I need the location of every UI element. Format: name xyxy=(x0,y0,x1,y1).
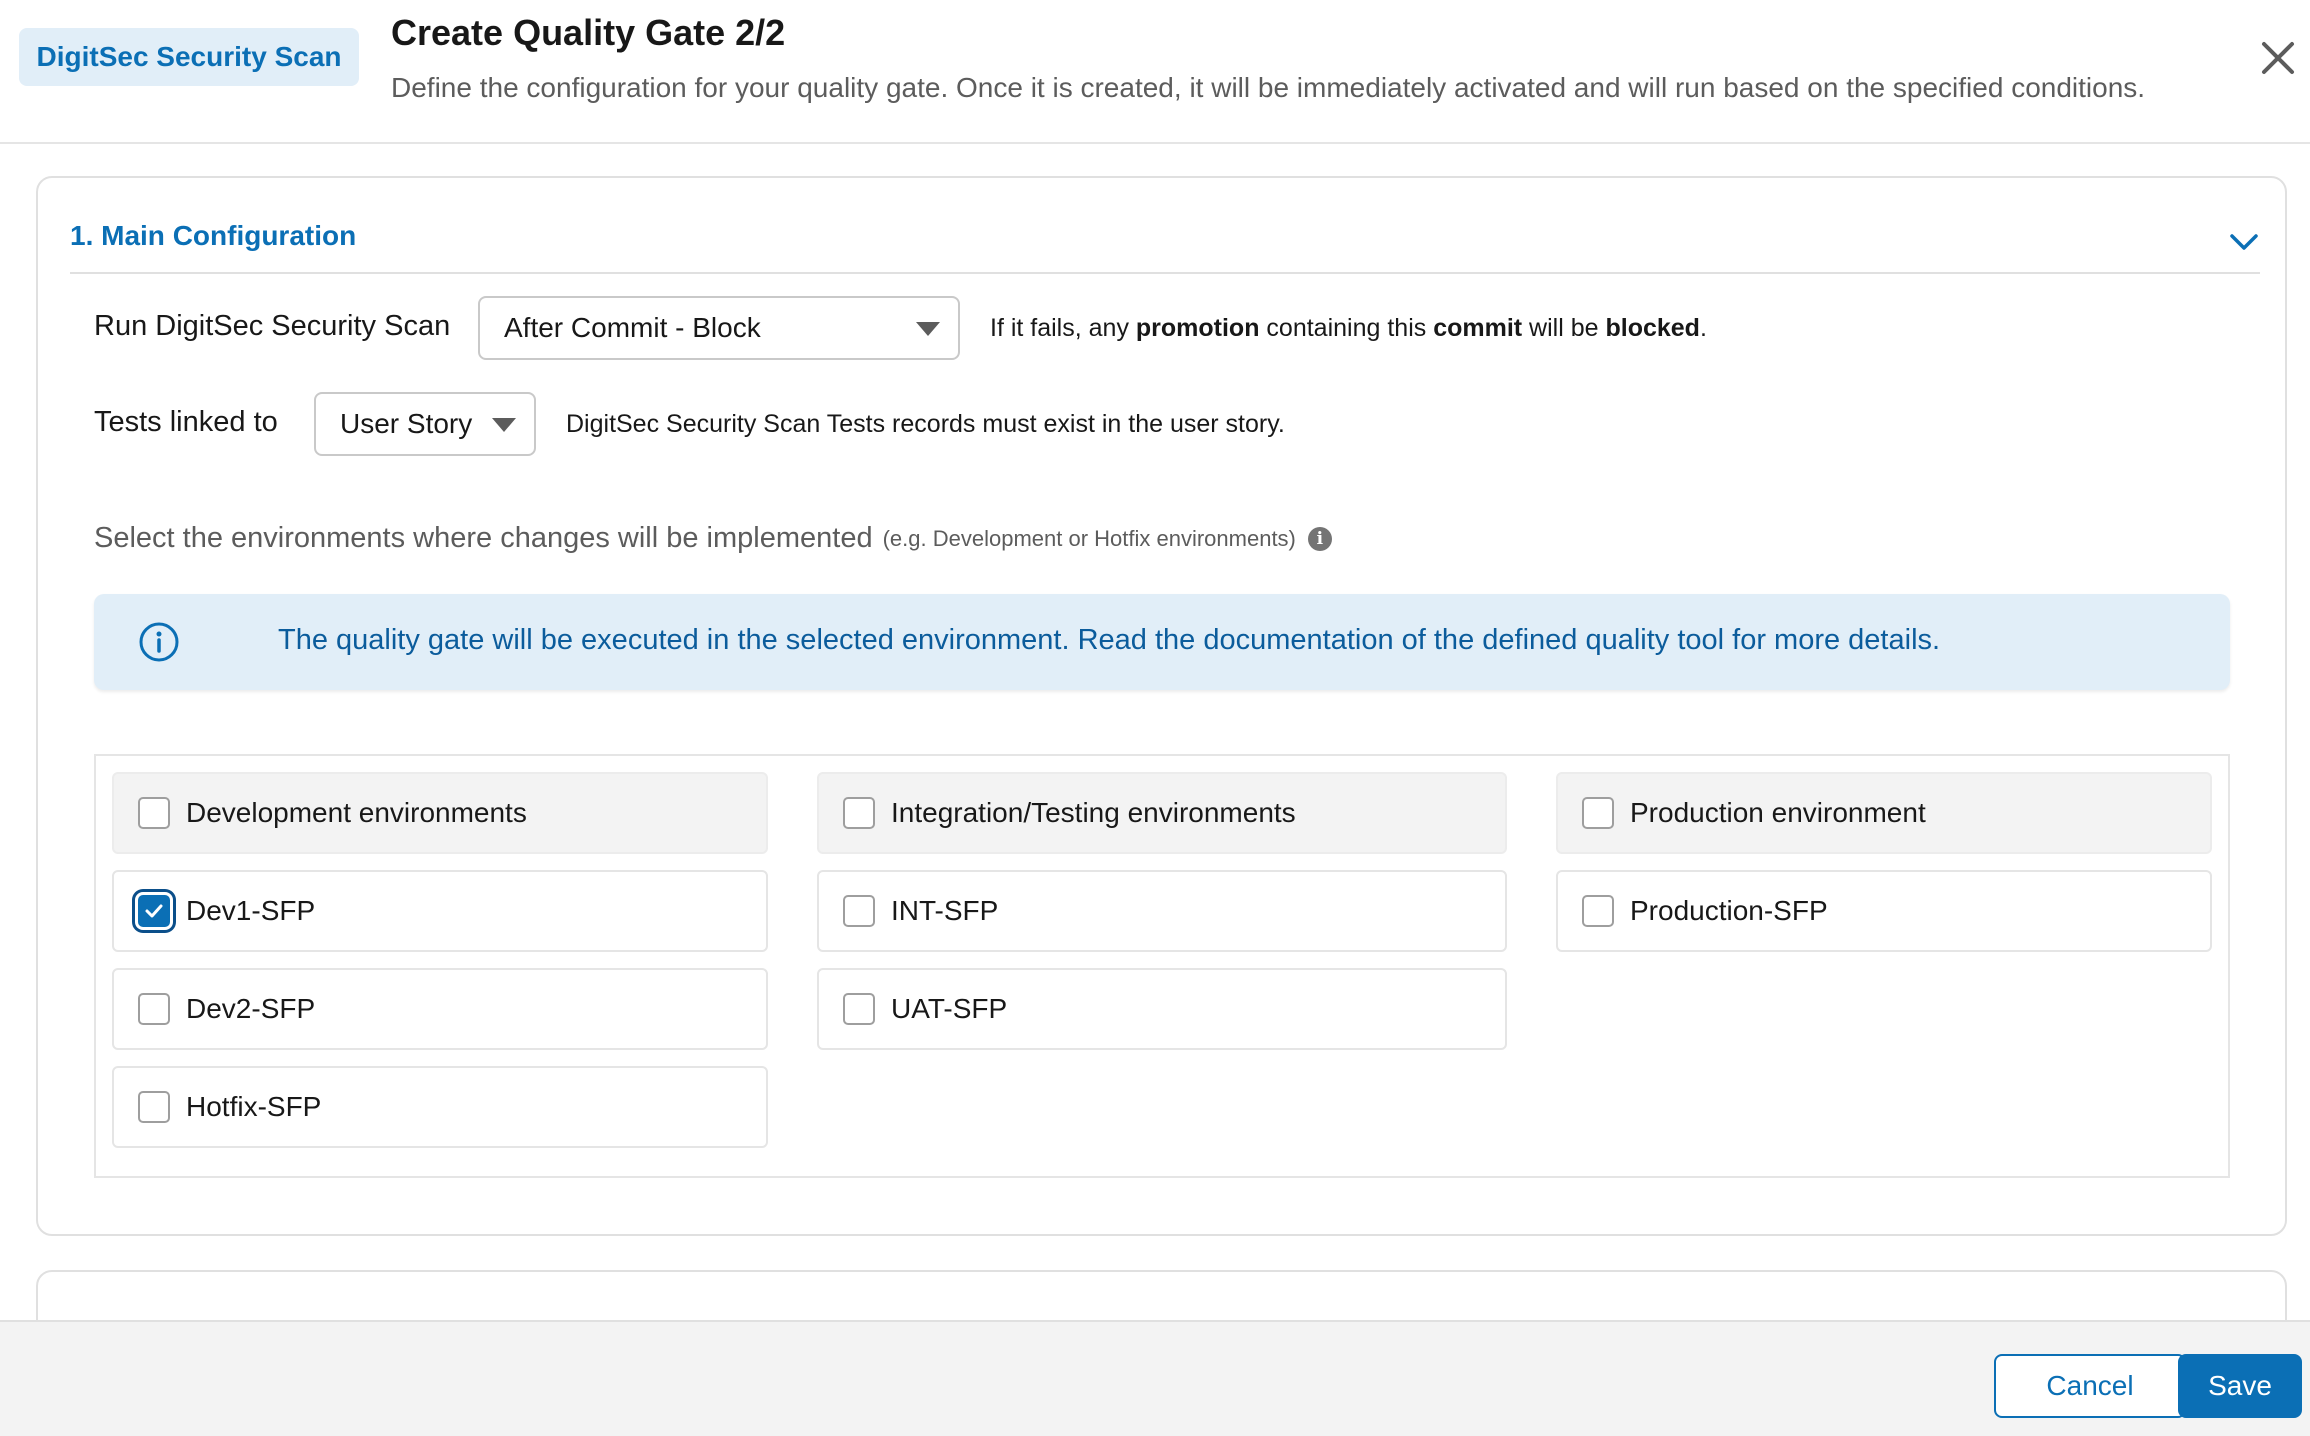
environments-label: Select the environments where changes wi… xyxy=(94,522,1332,555)
run-scan-label: Run DigitSec Security Scan xyxy=(94,310,451,342)
env-item-dev1-sfp[interactable]: Dev1-SFP xyxy=(112,870,768,952)
tests-linked-value: User Story xyxy=(340,408,473,439)
tests-linked-label: Tests linked to xyxy=(94,406,278,438)
modal-footer: Cancel Save xyxy=(0,1320,2310,1436)
env-item-production-sfp[interactable]: Production-SFP xyxy=(1556,870,2212,952)
section-header-main-configuration[interactable]: 1. Main Configuration xyxy=(70,218,2260,274)
run-mode-help: If it fails, any promotion containing th… xyxy=(990,314,1707,342)
checkbox[interactable] xyxy=(843,993,875,1025)
checkbox[interactable] xyxy=(843,895,875,927)
env-group-development[interactable]: Development environments xyxy=(112,772,768,854)
run-mode-value: After Commit - Block xyxy=(504,312,761,343)
chevron-down-icon[interactable] xyxy=(2228,226,2260,258)
checkbox[interactable] xyxy=(843,797,875,829)
checkmark-icon xyxy=(145,904,163,918)
dropdown-caret-icon xyxy=(492,418,516,432)
cancel-button[interactable]: Cancel xyxy=(1994,1354,2186,1418)
section-title: 1. Main Configuration xyxy=(70,220,357,251)
info-banner: The quality gate will be executed in the… xyxy=(94,594,2230,690)
checkbox[interactable] xyxy=(138,797,170,829)
dropdown-caret-icon xyxy=(916,322,940,336)
checkbox[interactable] xyxy=(1582,895,1614,927)
save-button[interactable]: Save xyxy=(2178,1354,2302,1418)
env-group-integration[interactable]: Integration/Testing environments xyxy=(817,772,1507,854)
main-configuration-card: 1. Main Configuration Run DigitSec Secur… xyxy=(36,176,2287,1236)
info-icon xyxy=(138,621,180,663)
tests-linked-help: DigitSec Security Scan Tests records mus… xyxy=(566,410,1285,438)
modal-title: Create Quality Gate 2/2 xyxy=(391,12,786,53)
quality-tool-badge: DigitSec Security Scan xyxy=(19,28,359,86)
info-icon[interactable]: i xyxy=(1307,526,1332,551)
environments-hint: (e.g. Development or Hotfix environments… xyxy=(882,525,1296,551)
close-icon[interactable] xyxy=(2256,36,2300,80)
checkbox-checked[interactable] xyxy=(138,895,170,927)
modal-subtitle: Define the configuration for your qualit… xyxy=(391,72,2146,103)
env-group-production[interactable]: Production environment xyxy=(1556,772,2212,854)
checkbox[interactable] xyxy=(1582,797,1614,829)
tests-linked-select[interactable]: User Story xyxy=(314,392,536,456)
info-banner-text: The quality gate will be executed in the… xyxy=(278,624,1941,656)
checkbox[interactable] xyxy=(138,993,170,1025)
environment-selector: Development environments Dev1-SFP Dev2-S… xyxy=(94,754,2230,1178)
modal-header: DigitSec Security Scan Create Quality Ga… xyxy=(0,0,2310,144)
env-item-dev2-sfp[interactable]: Dev2-SFP xyxy=(112,968,768,1050)
env-item-uat-sfp[interactable]: UAT-SFP xyxy=(817,968,1507,1050)
env-item-hotfix-sfp[interactable]: Hotfix-SFP xyxy=(112,1066,768,1148)
env-item-int-sfp[interactable]: INT-SFP xyxy=(817,870,1507,952)
run-mode-select[interactable]: After Commit - Block xyxy=(478,296,960,360)
checkbox[interactable] xyxy=(138,1091,170,1123)
